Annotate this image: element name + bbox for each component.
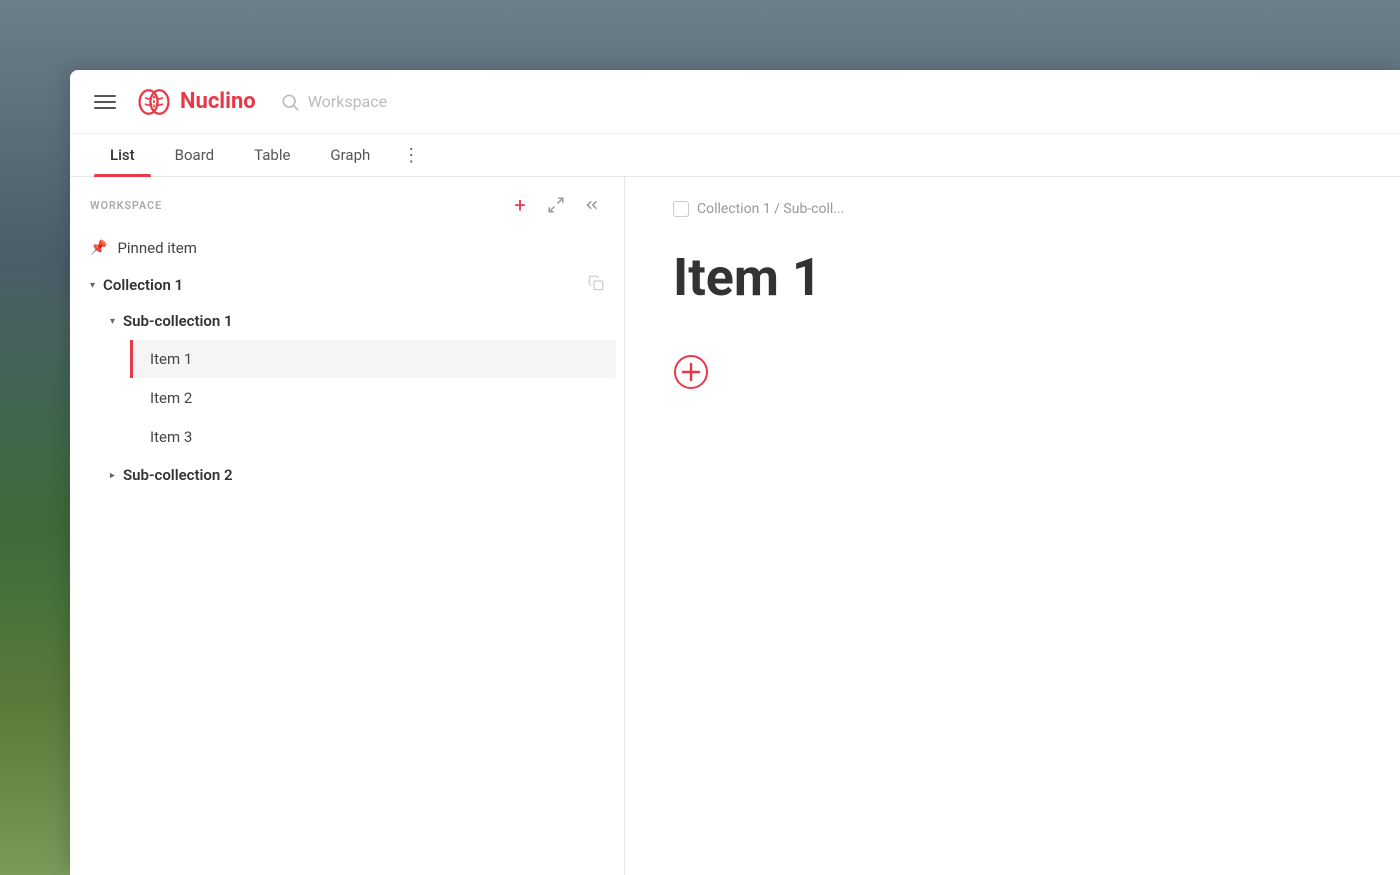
sub-collection-2-header[interactable]: ▾ Sub-collection 2 [90,457,624,493]
tab-table[interactable]: Table [238,134,306,176]
collection-1-copy-icon[interactable] [588,275,604,295]
workspace-label: WORKSPACE [90,199,162,212]
sub-collection-2-chevron: ▾ [107,472,118,477]
collection-1-name: Collection 1 [103,276,588,294]
search-area[interactable]: Workspace [280,92,387,112]
expand-button[interactable] [544,193,568,217]
sidebar-items: 📌 Pinned item ▾ Collection 1 [70,229,624,875]
pinned-item-label: Pinned item [117,239,196,257]
sub-collections: ▾ Sub-collection 1 [70,303,624,493]
app-name: Nuclino [180,89,256,114]
sidebar: WORKSPACE + [70,177,625,875]
pinned-item[interactable]: 📌 Pinned item [70,229,624,267]
list-item-item1[interactable]: Item 1 [130,340,616,378]
add-content-button[interactable] [673,354,709,390]
tab-board[interactable]: Board [159,134,230,176]
collapse-icon [583,196,601,214]
sub-collection-1: ▾ Sub-collection 1 [90,303,624,456]
header: Nuclino Workspace [70,70,1400,134]
expand-icon [547,196,565,214]
collection-1-chevron: ▾ [90,280,95,291]
main-content: WORKSPACE + [70,177,1400,875]
list-item-item2[interactable]: Item 2 [130,379,616,417]
hamburger-menu-button[interactable] [94,95,116,109]
items-list: Item 1 Item 2 Item 3 [90,340,624,456]
collection-1-header[interactable]: ▾ Collection 1 [70,267,624,303]
list-item-item3[interactable]: Item 3 [130,418,616,456]
add-item-button[interactable]: + [508,193,532,217]
more-tabs-button[interactable]: ⋮ [394,137,428,174]
sidebar-header: WORKSPACE + [70,177,624,229]
sub-collection-1-chevron: ▾ [110,316,115,327]
collapse-button[interactable] [580,193,604,217]
breadcrumb: Collection 1 / Sub-coll... [673,201,1352,217]
sub-collection-2: ▾ Sub-collection 2 [90,457,624,493]
tab-list[interactable]: List [94,134,151,176]
search-placeholder[interactable]: Workspace [308,92,387,111]
search-icon [280,92,300,112]
sub-collection-1-header[interactable]: ▾ Sub-collection 1 [90,303,624,339]
pin-icon: 📌 [90,240,107,256]
document-area: Collection 1 / Sub-coll... Item 1 [625,177,1400,875]
breadcrumb-text: Collection 1 / Sub-coll... [697,201,844,217]
tabs-bar: List Board Table Graph ⋮ [70,134,1400,177]
sidebar-actions: + [508,193,604,217]
logo-icon [136,84,172,120]
breadcrumb-checkbox[interactable] [673,201,689,217]
sub-collection-2-name: Sub-collection 2 [123,466,588,484]
add-circle-icon [673,354,709,390]
tab-graph[interactable]: Graph [314,134,386,176]
app-window: Nuclino Workspace List Board Table Graph… [70,70,1400,875]
logo-area: Nuclino [136,84,256,120]
sub-collection-1-name: Sub-collection 1 [123,312,588,330]
document-title: Item 1 [673,249,1352,306]
collection-1: ▾ Collection 1 ▾ [70,267,624,493]
